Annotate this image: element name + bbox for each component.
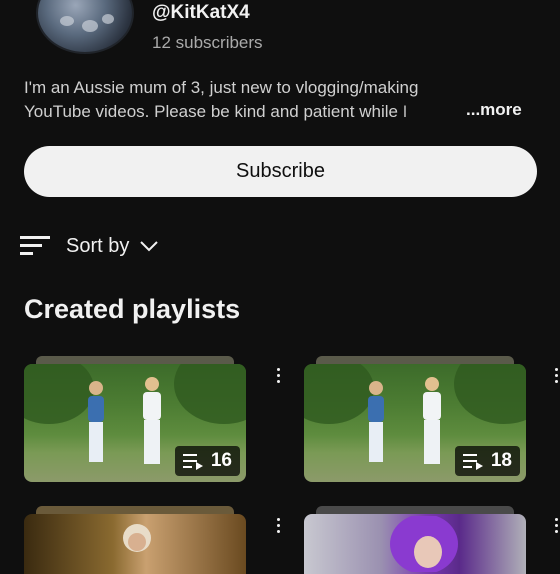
playlist-icon — [182, 454, 203, 470]
playlist-thumbnail — [304, 514, 526, 574]
sort-label: Sort by — [66, 234, 130, 257]
playlist-thumbnail: 16 — [24, 364, 246, 482]
chevron-down-icon — [140, 241, 159, 252]
sort-by-button[interactable]: Sort by — [20, 234, 159, 258]
more-vert-icon[interactable] — [275, 518, 281, 538]
playlist-video-count: 16 — [210, 450, 232, 471]
more-link[interactable]: ...more — [466, 100, 522, 120]
more-vert-icon[interactable] — [275, 368, 281, 388]
playlist-count-badge: 18 — [454, 446, 520, 476]
channel-handle: @KitKatX4 — [152, 2, 250, 23]
avatar-detail — [102, 14, 114, 24]
playlist-stack — [316, 506, 514, 514]
sort-icon — [20, 236, 50, 255]
description-line-2: YouTube videos. Please be kind and patie… — [24, 102, 408, 121]
subscribe-button[interactable]: Subscribe — [24, 146, 537, 197]
playlist-thumbnail: 18 — [304, 364, 526, 482]
playlist-card[interactable]: 18 — [304, 356, 526, 486]
playlist-card[interactable] — [304, 506, 526, 574]
playlist-stack — [36, 506, 234, 514]
playlist-stack — [316, 356, 514, 364]
playlist-card[interactable]: 16 — [24, 356, 246, 486]
section-title: Created playlists — [24, 294, 241, 324]
channel-avatar[interactable] — [36, 0, 134, 54]
avatar-detail — [82, 20, 98, 32]
subscriber-count: 12 subscribers — [152, 33, 263, 52]
playlist-stack — [36, 356, 234, 364]
description-line-1: I'm an Aussie mum of 3, just new to vlog… — [24, 78, 419, 97]
more-vert-icon[interactable] — [553, 518, 559, 538]
playlist-video-count: 18 — [490, 450, 512, 471]
avatar-detail — [60, 16, 74, 26]
playlist-card[interactable] — [24, 506, 246, 574]
channel-description[interactable]: I'm an Aussie mum of 3, just new to vlog… — [24, 76, 454, 124]
playlist-thumbnail — [24, 514, 246, 574]
playlist-count-badge: 16 — [174, 446, 240, 476]
more-vert-icon[interactable] — [553, 368, 559, 388]
playlist-icon — [462, 454, 483, 470]
